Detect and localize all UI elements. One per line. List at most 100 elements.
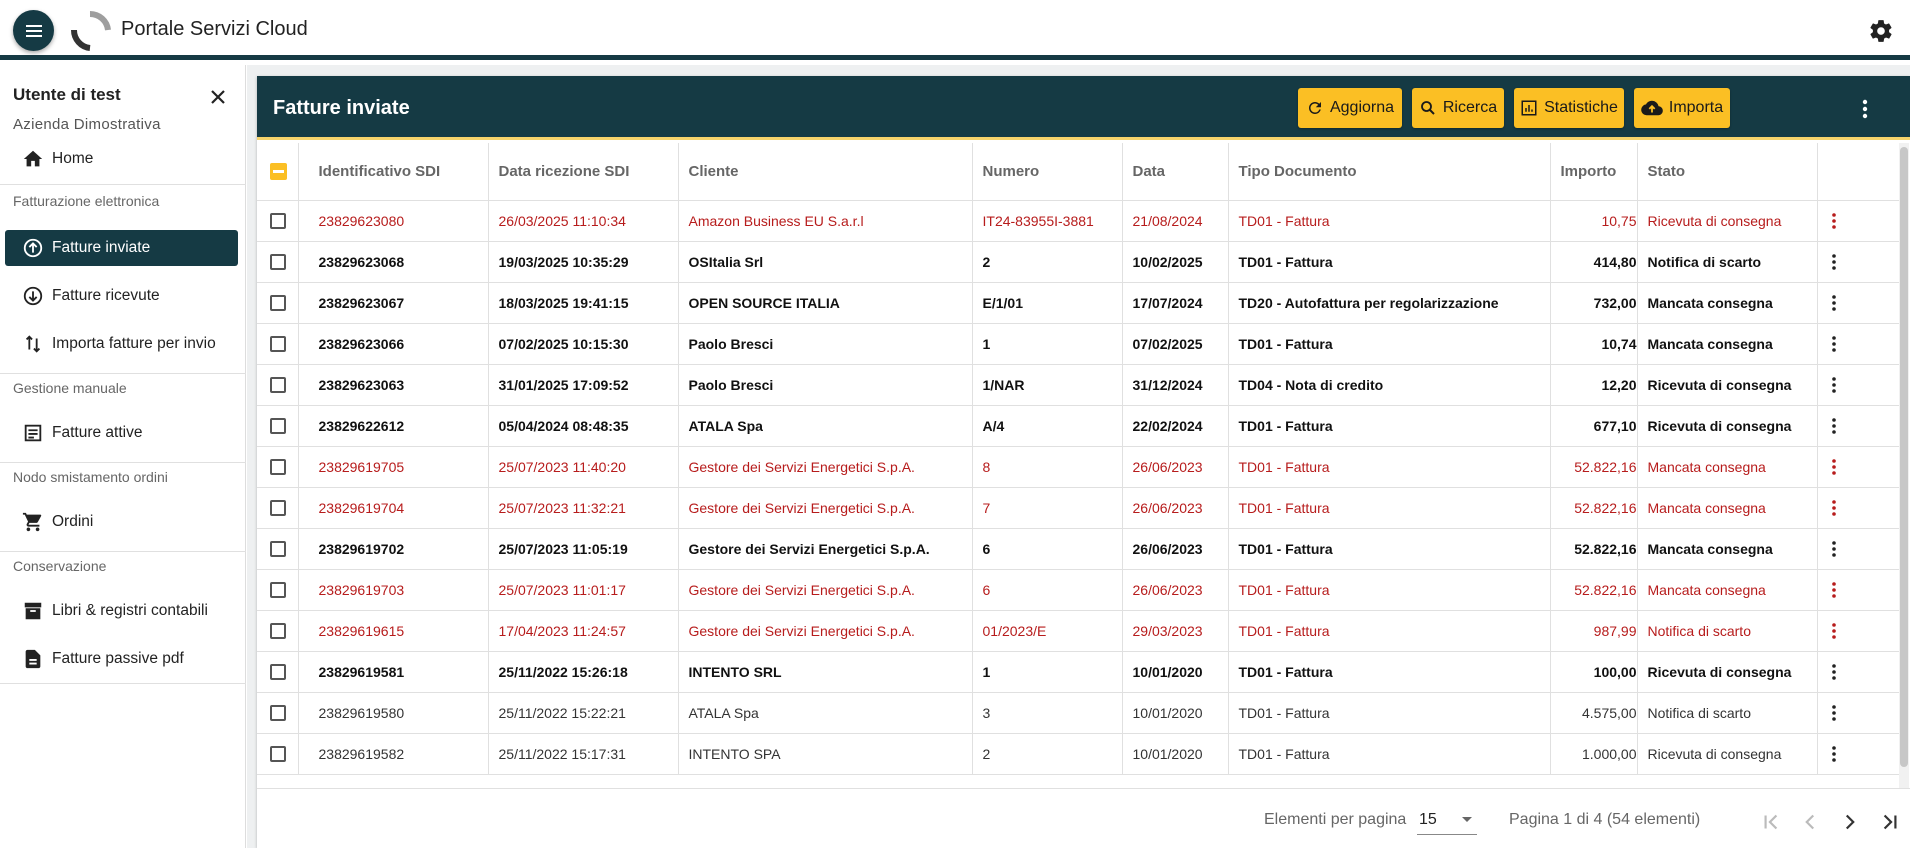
sidebar-item-label: Libri & registri contabili: [52, 602, 208, 619]
sidebar-item-libri-registri[interactable]: Libri & registri contabili: [5, 593, 238, 629]
statistiche-button[interactable]: Statistiche: [1514, 88, 1624, 128]
row-checkbox[interactable]: [270, 377, 286, 394]
row-checkbox[interactable]: [270, 664, 286, 681]
more-vert-icon[interactable]: [1824, 498, 1844, 518]
gear-icon[interactable]: [1868, 18, 1894, 44]
last-page-icon[interactable]: [1877, 809, 1903, 835]
row-select-cell: [257, 733, 299, 775]
table-row[interactable]: 23829619704 25/07/2023 11:32:21 Gestore de…: [257, 487, 1900, 529]
more-vert-icon[interactable]: [1824, 375, 1844, 395]
more-vert-icon[interactable]: [1824, 662, 1844, 682]
row-actions-cell: [1817, 733, 1900, 775]
table-row[interactable]: 23829619705 25/07/2023 11:40:20 Gestore de…: [257, 446, 1900, 488]
row-actions-cell: [1817, 446, 1900, 488]
cell-cliente: INTENTO SPA: [678, 733, 973, 775]
table-scrollbar[interactable]: [1899, 143, 1909, 788]
more-vert-icon[interactable]: [1824, 744, 1844, 764]
sidebar-item-fatture-inviate[interactable]: Fatture inviate: [5, 230, 238, 266]
sidebar-item-fatture-attive[interactable]: Fatture attive: [5, 415, 238, 451]
column-header[interactable]: Identificativo SDI: [298, 143, 489, 201]
cell-data: 10/01/2020: [1122, 651, 1229, 693]
cell-importo: 52.822,16: [1550, 446, 1638, 488]
page-title: Fatture inviate: [273, 97, 410, 119]
row-checkbox[interactable]: [270, 336, 286, 353]
more-vert-icon[interactable]: [1824, 539, 1844, 559]
cell-numero: 2: [972, 241, 1123, 283]
column-header[interactable]: Data: [1122, 143, 1229, 201]
first-page-icon[interactable]: [1758, 809, 1784, 835]
more-vert-icon[interactable]: [1824, 580, 1844, 600]
previous-page-icon[interactable]: [1797, 809, 1823, 835]
column-header[interactable]: Tipo Documento: [1228, 143, 1551, 201]
more-vert-icon[interactable]: [1850, 94, 1880, 124]
row-checkbox[interactable]: [270, 582, 286, 599]
more-vert-icon[interactable]: [1824, 211, 1844, 231]
row-checkbox[interactable]: [270, 254, 286, 271]
table-row[interactable]: 23829619581 25/11/2022 15:26:18 INTENTO SR…: [257, 651, 1900, 693]
column-header[interactable]: Cliente: [678, 143, 973, 201]
next-page-icon[interactable]: [1837, 809, 1863, 835]
table-row[interactable]: 23829619703 25/07/2023 11:01:17 Gestore de…: [257, 569, 1900, 611]
more-vert-icon[interactable]: [1824, 457, 1844, 477]
table-row[interactable]: 23829623067 18/03/2025 19:41:15 OPEN SOURC…: [257, 282, 1900, 324]
more-vert-icon[interactable]: [1824, 334, 1844, 354]
main-content: Fatture inviate Aggiorna Ricerca Statist…: [247, 65, 1910, 848]
sidebar-item-importa-fatture[interactable]: Importa fatture per invio: [5, 326, 238, 362]
row-checkbox[interactable]: [270, 500, 286, 517]
sidebar-item-fatture-ricevute[interactable]: Fatture ricevute: [5, 278, 238, 314]
table-row[interactable]: 23829623068 19/03/2025 10:35:29 OSItalia S…: [257, 241, 1900, 283]
cell-ricezione: 17/04/2023 11:24:57: [488, 610, 679, 652]
row-actions-cell: [1817, 200, 1900, 242]
table-row[interactable]: 23829623080 26/03/2025 11:10:34 Amazon Bus…: [257, 200, 1900, 242]
table-row[interactable]: 23829623066 07/02/2025 10:15:30 Paolo Bres…: [257, 323, 1900, 365]
row-checkbox[interactable]: [270, 705, 286, 722]
table-row[interactable]: 23829619580 25/11/2022 15:22:21 ATALA Spa 3…: [257, 692, 1900, 734]
cell-data: 26/06/2023: [1122, 487, 1229, 529]
cell-id: 23829619582: [298, 733, 489, 775]
table-row[interactable]: 23829623063 31/01/2025 17:09:52 Paolo Bres…: [257, 364, 1900, 406]
aggiorna-button[interactable]: Aggiorna: [1298, 88, 1402, 128]
sidebar-item-fatture-passive-pdf[interactable]: Fatture passive pdf: [5, 641, 238, 677]
sidebar-item-ordini[interactable]: Ordini: [5, 504, 238, 540]
row-checkbox[interactable]: [270, 213, 286, 230]
ricerca-button[interactable]: Ricerca: [1412, 88, 1504, 128]
cell-cliente: Gestore dei Servizi Energetici S.p.A.: [678, 569, 973, 611]
row-checkbox[interactable]: [270, 541, 286, 558]
row-checkbox[interactable]: [270, 418, 286, 435]
select-all-checkbox[interactable]: [270, 163, 287, 181]
divider: [0, 683, 246, 684]
more-vert-icon[interactable]: [1824, 416, 1844, 436]
table-row[interactable]: 23829622612 05/04/2024 08:48:35 ATALA Spa A…: [257, 405, 1900, 447]
more-vert-icon[interactable]: [1824, 252, 1844, 272]
close-icon[interactable]: [206, 85, 230, 109]
scroll-thumb[interactable]: [1900, 147, 1908, 767]
column-header[interactable]: Importo: [1550, 143, 1638, 201]
row-checkbox[interactable]: [270, 623, 286, 640]
page-size-select[interactable]: 15: [1417, 805, 1477, 835]
row-checkbox[interactable]: [270, 459, 286, 476]
cell-importo: 732,00: [1550, 282, 1638, 324]
column-header[interactable]: Numero: [972, 143, 1123, 201]
cell-id: 23829622612: [298, 405, 489, 447]
column-header[interactable]: Data ricezione SDI: [488, 143, 679, 201]
cell-data: 10/01/2020: [1122, 733, 1229, 775]
row-actions-cell: [1817, 241, 1900, 283]
table-row[interactable]: 23829619615 17/04/2023 11:24:57 Gestore de…: [257, 610, 1900, 652]
more-vert-icon[interactable]: [1824, 703, 1844, 723]
cell-cliente: Paolo Bresci: [678, 364, 973, 406]
table-row[interactable]: 23829619702 25/07/2023 11:05:19 Gestore de…: [257, 528, 1900, 570]
row-checkbox[interactable]: [270, 746, 286, 763]
more-vert-icon[interactable]: [1824, 621, 1844, 641]
cell-stato: Ricevuta di consegna: [1637, 733, 1818, 775]
cell-cliente: Paolo Bresci: [678, 323, 973, 365]
importa-button[interactable]: Importa: [1634, 88, 1730, 128]
hamburger-menu-button[interactable]: [13, 10, 54, 51]
cell-numero: 8: [972, 446, 1123, 488]
download-circle-icon: [23, 286, 43, 306]
column-header[interactable]: Stato: [1637, 143, 1818, 201]
row-checkbox[interactable]: [270, 295, 286, 312]
table-row[interactable]: 23829619582 25/11/2022 15:17:31 INTENTO SP…: [257, 733, 1900, 775]
row-actions-cell: [1817, 405, 1900, 447]
more-vert-icon[interactable]: [1824, 293, 1844, 313]
sidebar-item-home[interactable]: Home: [5, 141, 238, 177]
